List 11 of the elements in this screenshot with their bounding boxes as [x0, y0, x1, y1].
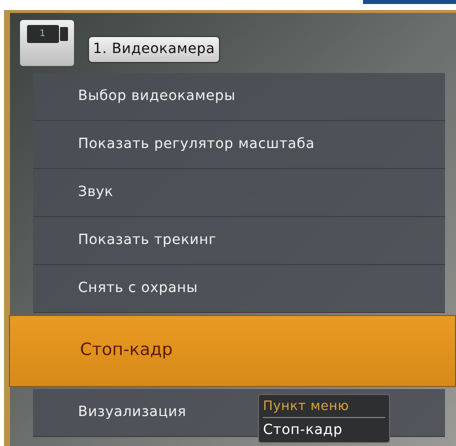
- camera-label[interactable]: 1. Видеокамера: [88, 36, 220, 62]
- camera-icon[interactable]: 1: [20, 20, 74, 66]
- menu-item[interactable]: Показать трекинг: [33, 217, 445, 265]
- tooltip-title: Пункт меню: [263, 397, 385, 418]
- tooltip-value: Стоп-кадр: [263, 421, 344, 440]
- menu-item[interactable]: Стоп-кадр: [9, 315, 456, 387]
- camera-number: 1: [40, 30, 46, 38]
- menu-item[interactable]: Снять с охраны: [33, 265, 445, 313]
- menu-item[interactable]: Звук: [33, 169, 445, 217]
- menu-item[interactable]: Выбор видеокамеры: [33, 73, 445, 121]
- menu-item[interactable]: Показать регулятор масштаба: [33, 121, 445, 169]
